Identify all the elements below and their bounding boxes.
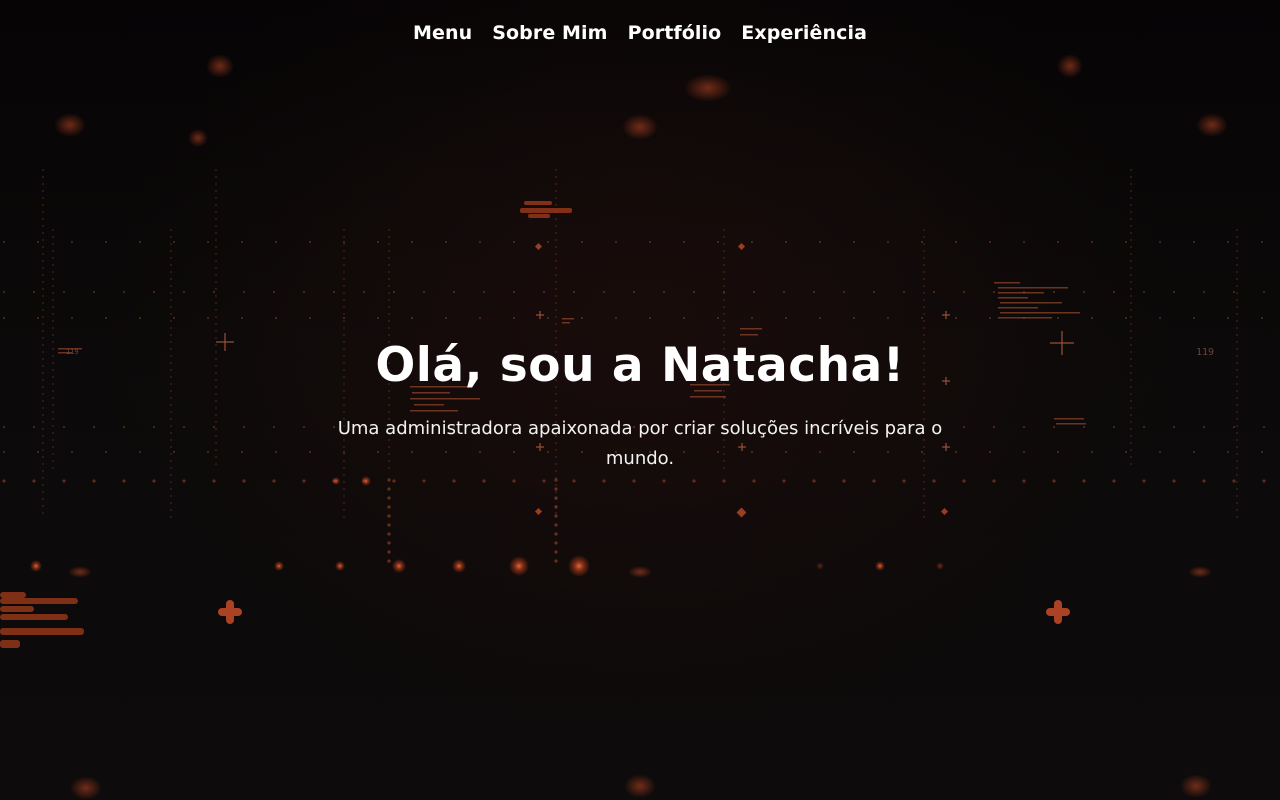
top-navigation: Menu Sobre Mim Portfólio Experiência <box>0 22 1280 44</box>
hero-title: Olá, sou a Natacha! <box>375 338 905 393</box>
hero-content: Olá, sou a Natacha! Uma administradora a… <box>0 336 1280 474</box>
nav-item-sobre-mim[interactable]: Sobre Mim <box>492 22 607 44</box>
nav-item-experiencia[interactable]: Experiência <box>741 22 867 44</box>
nav-item-portfolio[interactable]: Portfólio <box>628 22 722 44</box>
nav-item-menu[interactable]: Menu <box>413 22 472 44</box>
hero-subtitle: Uma administradora apaixonada por criar … <box>337 418 943 469</box>
hero-section: 119 119 Menu Sobre Mim Portfólio Experiê… <box>0 0 1280 800</box>
